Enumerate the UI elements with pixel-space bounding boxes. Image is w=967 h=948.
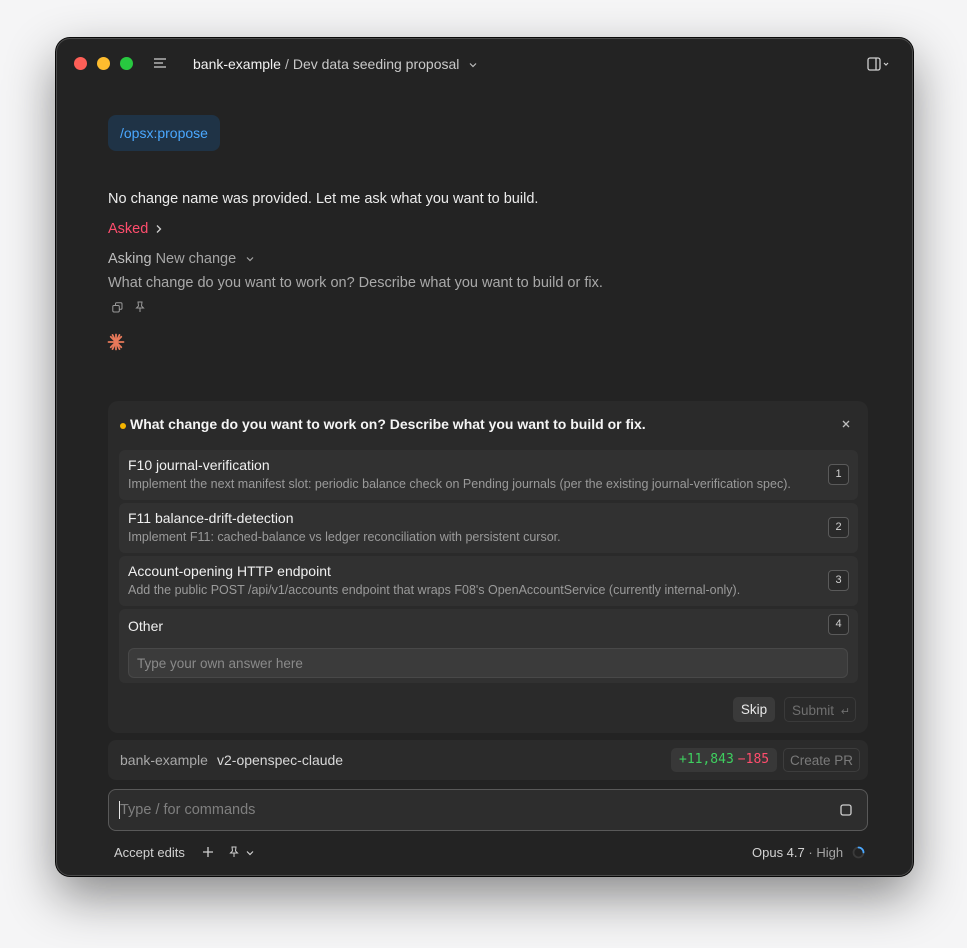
option-description: Add the public POST /api/v1/accounts end… xyxy=(128,583,741,597)
status-dot xyxy=(120,423,126,429)
breadcrumb-title[interactable]: Dev data seeding proposal xyxy=(293,56,460,72)
option-label: F10 journal-verification xyxy=(128,457,270,473)
breadcrumb-separator: / xyxy=(284,56,289,72)
repo-name[interactable]: bank-example xyxy=(120,752,208,768)
model-name: Opus 4.7 xyxy=(752,845,805,860)
asking-value[interactable]: New change xyxy=(156,251,237,267)
asking-row[interactable]: Asking New change xyxy=(108,251,254,267)
repo-status-bar: bank-example v2-openspec-claude +11,843−… xyxy=(108,740,868,780)
option-item[interactable]: F11 balance-drift-detection Implement F1… xyxy=(119,503,858,553)
question-text: What change do you want to work on? Desc… xyxy=(108,275,603,291)
diff-additions: +11,843 xyxy=(679,752,734,767)
submit-label: Submit xyxy=(792,703,835,718)
option-other[interactable]: Other 4 Type your own answer here xyxy=(119,609,858,683)
title-bar: bank-example / Dev data seeding proposal xyxy=(57,39,912,87)
stop-icon[interactable] xyxy=(840,804,852,816)
command-chip: /opsx:propose xyxy=(108,115,220,151)
composer-footer: Accept edits Opus 4.7 · High xyxy=(57,843,912,863)
option-label: Account-opening HTTP endpoint xyxy=(128,563,331,579)
skip-button[interactable]: Skip xyxy=(733,697,775,722)
copy-icon[interactable] xyxy=(112,302,123,313)
option-item[interactable]: Account-opening HTTP endpoint Add the pu… xyxy=(119,556,858,606)
command-input[interactable]: Type / for commands xyxy=(108,789,868,831)
chevron-down-icon[interactable] xyxy=(469,62,477,68)
accept-edits-toggle[interactable]: Accept edits xyxy=(114,845,185,860)
return-key-icon: ↵ xyxy=(840,706,851,718)
model-separator: · xyxy=(804,845,817,860)
option-label: F11 balance-drift-detection xyxy=(128,510,294,526)
diff-stat[interactable]: +11,843 −185 xyxy=(671,748,778,772)
option-key-badge: 1 xyxy=(828,464,849,485)
asked-label[interactable]: Asked xyxy=(108,221,148,237)
option-key-badge: 3 xyxy=(828,570,849,591)
chevron-down-icon[interactable] xyxy=(246,256,254,262)
minimize-window-button[interactable] xyxy=(97,57,110,70)
option-key-badge: 2 xyxy=(828,517,849,538)
breadcrumb[interactable]: bank-example / Dev data seeding proposal xyxy=(193,56,477,72)
chevron-down-icon[interactable] xyxy=(246,850,254,856)
plus-icon[interactable] xyxy=(202,846,214,858)
assistant-message: No change name was provided. Let me ask … xyxy=(108,191,539,207)
app-window: bank-example / Dev data seeding proposal /… xyxy=(56,38,913,876)
microphone-icon[interactable] xyxy=(229,846,239,858)
effort-level: High xyxy=(816,845,844,860)
create-pr-button[interactable]: Create PR xyxy=(783,748,860,772)
option-description: Implement the next manifest slot: period… xyxy=(128,477,791,491)
breadcrumb-project[interactable]: bank-example xyxy=(193,56,281,72)
submit-button[interactable]: Submit ↵ xyxy=(784,697,856,722)
branch-name[interactable]: v2-openspec-claude xyxy=(217,752,343,768)
sidebar-menu-icon[interactable] xyxy=(153,56,167,70)
command-input-placeholder: Type / for commands xyxy=(120,802,256,818)
pin-icon[interactable] xyxy=(135,301,145,313)
loading-spinner-icon xyxy=(852,846,865,859)
question-card: What change do you want to work on? Desc… xyxy=(108,401,868,733)
option-item[interactable]: F10 journal-verification Implement the n… xyxy=(119,450,858,500)
other-answer-input[interactable]: Type your own answer here xyxy=(128,648,848,678)
close-window-button[interactable] xyxy=(74,57,87,70)
model-selector[interactable]: Opus 4.7 · High xyxy=(752,845,843,860)
chevron-right-icon[interactable] xyxy=(155,224,163,234)
diff-deletions: −185 xyxy=(737,752,770,767)
maximize-window-button[interactable] xyxy=(120,57,133,70)
close-icon[interactable] xyxy=(839,417,853,431)
option-description: Implement F11: cached-balance vs ledger … xyxy=(128,530,561,544)
spark-icon xyxy=(107,333,125,351)
option-label: Other xyxy=(128,618,164,634)
panel-toggle-icon[interactable] xyxy=(866,55,892,73)
question-card-title: What change do you want to work on? Desc… xyxy=(130,416,646,432)
option-key-badge: 4 xyxy=(828,614,849,635)
asking-label: Asking xyxy=(108,251,152,267)
